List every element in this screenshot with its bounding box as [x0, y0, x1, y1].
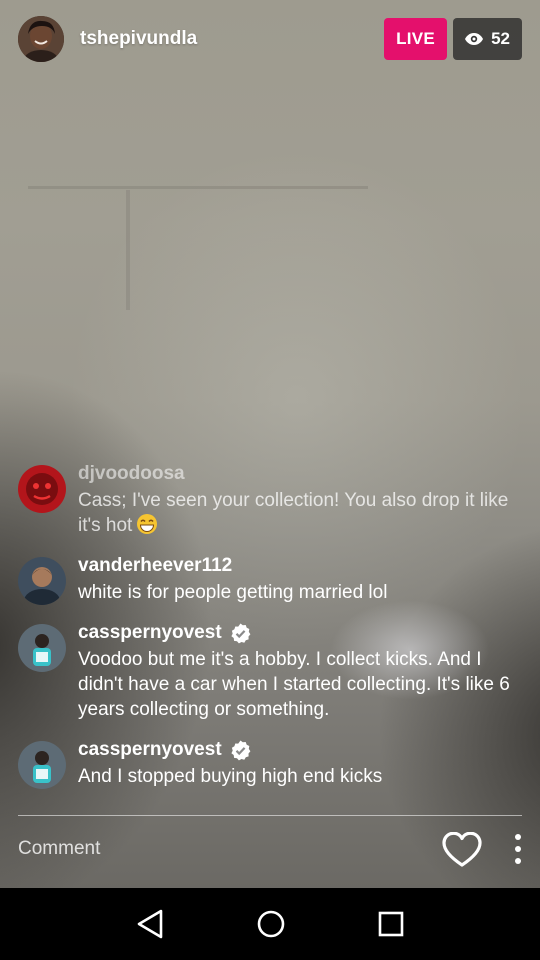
grinning-face-emoji: [136, 513, 158, 535]
comment-body: casspernyovest And I stopped buying high…: [78, 738, 523, 789]
commenter-avatar[interactable]: [18, 465, 66, 513]
live-badge: LIVE: [384, 18, 448, 60]
comment-item: casspernyovest And I stopped buying high…: [18, 738, 523, 789]
comment-username-row: casspernyovest: [78, 738, 523, 762]
more-dot: [515, 858, 521, 864]
more-dot: [515, 846, 521, 852]
background-frame: [28, 186, 368, 216]
nav-home-icon[interactable]: [253, 906, 289, 942]
comment-input[interactable]: [18, 828, 418, 870]
comment-username[interactable]: djvoodoosa: [78, 462, 523, 486]
commenter-avatar[interactable]: [18, 624, 66, 672]
background-pole: [126, 190, 130, 310]
comment-text: Cass; I've seen your collection! You als…: [78, 488, 523, 538]
comment-username-row: casspernyovest: [78, 621, 523, 645]
viewer-count-badge[interactable]: 52: [453, 18, 522, 60]
comment-username[interactable]: vanderheever112: [78, 554, 523, 578]
nav-recents-icon[interactable]: [373, 906, 409, 942]
commenter-avatar[interactable]: [18, 741, 66, 789]
commenter-avatar[interactable]: [18, 557, 66, 605]
comment-feed: djvoodoosa Cass; I've seen your collecti…: [18, 462, 523, 805]
nav-back-icon[interactable]: [133, 906, 169, 942]
comment-item: djvoodoosa Cass; I've seen your collecti…: [18, 462, 523, 538]
comment-username[interactable]: casspernyovest: [78, 621, 222, 645]
eye-icon: [465, 33, 484, 45]
comment-text: And I stopped buying high end kicks: [78, 766, 383, 787]
header-badges: LIVE 52: [384, 18, 522, 60]
comment-text: Voodoo but me it's a hobby. I collect ki…: [78, 649, 510, 720]
verified-badge-icon: [230, 740, 251, 761]
comment-username[interactable]: casspernyovest: [78, 738, 222, 762]
host-avatar[interactable]: [18, 16, 64, 62]
comment-body: casspernyovest Voodoo but me it's a hobb…: [78, 621, 523, 722]
viewer-count: 52: [491, 29, 510, 48]
comment-item: vanderheever112 white is for people gett…: [18, 554, 523, 605]
host-username[interactable]: tshepivundla: [80, 28, 197, 50]
comment-item: casspernyovest Voodoo but me it's a hobb…: [18, 621, 523, 722]
comment-divider: [18, 815, 522, 816]
comment-text: white is for people getting married lol: [78, 582, 388, 603]
more-dot: [515, 834, 521, 840]
live-header: tshepivundla LIVE 52: [18, 16, 522, 62]
verified-badge-icon: [230, 623, 251, 644]
heart-icon[interactable]: [442, 832, 482, 868]
comment-body: djvoodoosa Cass; I've seen your collecti…: [78, 462, 523, 538]
system-nav-bar: [0, 888, 540, 960]
more-options-icon[interactable]: [508, 832, 528, 866]
comment-body: vanderheever112 white is for people gett…: [78, 554, 523, 605]
